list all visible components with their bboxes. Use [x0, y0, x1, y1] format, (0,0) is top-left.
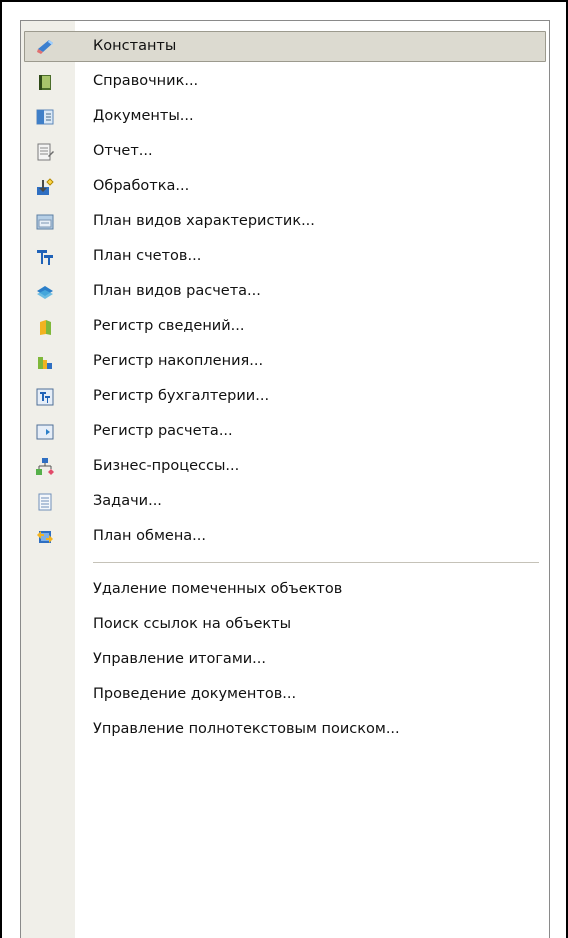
- menu-item-label: Справочник...: [93, 73, 199, 89]
- constants-icon: [35, 37, 55, 57]
- menu-item-delete-marked[interactable]: Удаление помеченных объектов: [21, 572, 549, 607]
- menu-item-label: Проведение документов...: [93, 686, 297, 702]
- menu-item-documents[interactable]: Документы...: [21, 99, 549, 134]
- menu-item-report[interactable]: Отчет...: [21, 134, 549, 169]
- menu-item-label: Регистр бухгалтерии...: [93, 388, 270, 404]
- catalog-icon: [35, 72, 55, 92]
- menu-item-label: Управление итогами...: [93, 651, 267, 667]
- documents-icon: [35, 107, 55, 127]
- menu-item-label: Поиск ссылок на объекты: [93, 616, 292, 632]
- menu-item-data-processor[interactable]: Обработка...: [21, 169, 549, 204]
- menu-item-label: Обработка...: [93, 178, 190, 194]
- menu-item-exchange-plan[interactable]: План обмена...: [21, 519, 549, 554]
- menu-item-constants[interactable]: Константы: [21, 29, 549, 64]
- menu-item-accumulation-register[interactable]: Регистр накопления...: [21, 344, 549, 379]
- menu-separator: [21, 554, 549, 572]
- menu-item-fulltext-search[interactable]: Управление полнотекстовым поиском...: [21, 712, 549, 747]
- accumulation-register-icon: [35, 352, 55, 372]
- menu-item-catalog[interactable]: Справочник...: [21, 64, 549, 99]
- calculation-register-icon: [35, 422, 55, 442]
- menu-item-label: Регистр расчета...: [93, 423, 233, 439]
- exchange-plan-icon: [35, 527, 55, 547]
- menu-item-information-register[interactable]: Регистр сведений...: [21, 309, 549, 344]
- business-process-icon: [35, 457, 55, 477]
- menu-item-label: Удаление помеченных объектов: [93, 581, 343, 597]
- menu-item-characteristic-types[interactable]: План видов характеристик...: [21, 204, 549, 239]
- menu-item-label: Документы...: [93, 108, 194, 124]
- menu-item-totals-management[interactable]: Управление итогами...: [21, 642, 549, 677]
- context-menu: Константы Справочник... Документы... Отч…: [20, 20, 550, 938]
- menu-item-calculation-types[interactable]: План видов расчета...: [21, 274, 549, 309]
- menu-item-label: Константы: [93, 38, 177, 54]
- information-register-icon: [35, 317, 55, 337]
- menu-item-label: План видов характеристик...: [93, 213, 315, 229]
- report-icon: [35, 142, 55, 162]
- menu-item-post-documents[interactable]: Проведение документов...: [21, 677, 549, 712]
- data-processor-icon: [35, 177, 55, 197]
- menu-item-find-references[interactable]: Поиск ссылок на объекты: [21, 607, 549, 642]
- menu-item-tasks[interactable]: Задачи...: [21, 484, 549, 519]
- menu-item-label: План обмена...: [93, 528, 207, 544]
- menu-item-label: Регистр накопления...: [93, 353, 264, 369]
- menu-item-label: Задачи...: [93, 493, 162, 509]
- menu-item-chart-of-accounts[interactable]: План счетов...: [21, 239, 549, 274]
- tasks-icon: [35, 492, 55, 512]
- characteristic-types-icon: [35, 212, 55, 232]
- menu-item-business-process[interactable]: Бизнес-процессы...: [21, 449, 549, 484]
- menu-item-label: План счетов...: [93, 248, 202, 264]
- menu-item-label: Бизнес-процессы...: [93, 458, 240, 474]
- menu-item-label: Отчет...: [93, 143, 153, 159]
- menu-item-label: Управление полнотекстовым поиском...: [93, 721, 400, 737]
- menu-item-calculation-register[interactable]: Регистр расчета...: [21, 414, 549, 449]
- menu-items: Константы Справочник... Документы... Отч…: [21, 29, 549, 747]
- menu-item-label: План видов расчета...: [93, 283, 261, 299]
- chart-of-accounts-icon: [35, 247, 55, 267]
- calculation-types-icon: [35, 282, 55, 302]
- accounting-register-icon: [35, 387, 55, 407]
- menu-item-accounting-register[interactable]: Регистр бухгалтерии...: [21, 379, 549, 414]
- menu-item-label: Регистр сведений...: [93, 318, 245, 334]
